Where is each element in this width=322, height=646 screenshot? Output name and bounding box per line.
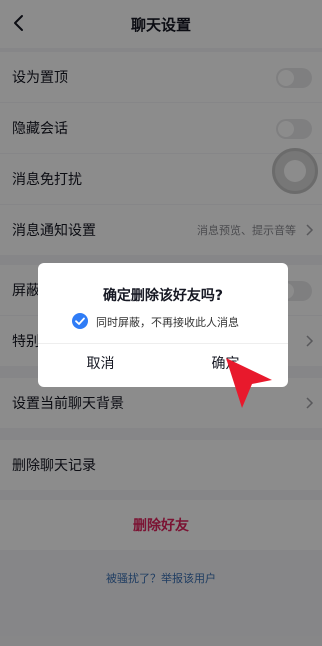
dialog-divider (38, 343, 288, 344)
checkbox-label: 同时屏蔽，不再接收此人消息 (96, 316, 239, 329)
cancel-button[interactable]: 取消 (38, 353, 163, 373)
dialog-title: 确定删除该好友吗? (102, 288, 224, 304)
pointer-arrow-icon (226, 358, 272, 408)
checkbox-checked-icon[interactable] (72, 313, 88, 329)
